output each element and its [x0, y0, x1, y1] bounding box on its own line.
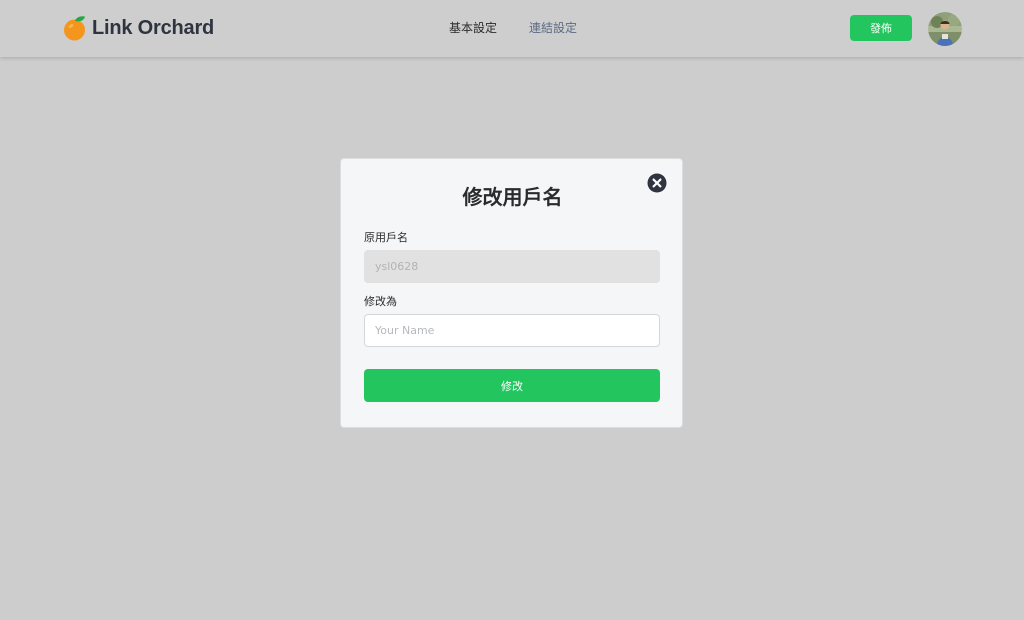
- original-username-field: [364, 250, 660, 283]
- orange-fruit-icon: [64, 16, 85, 41]
- nav-link-settings[interactable]: 連結設定: [529, 20, 577, 36]
- new-username-label: 修改為: [364, 295, 397, 308]
- logo[interactable]: Link Orchard: [63, 15, 214, 41]
- nav-basic-settings[interactable]: 基本設定: [449, 20, 497, 36]
- modal-title: 修改用戶名: [462, 185, 563, 209]
- user-avatar[interactable]: [928, 12, 962, 46]
- logo-text: Link Orchard: [92, 16, 215, 39]
- close-button[interactable]: [647, 173, 667, 193]
- close-circle-icon: [647, 173, 667, 193]
- submit-button[interactable]: 修改: [364, 369, 660, 402]
- new-username-input[interactable]: [364, 314, 660, 347]
- top-navbar: Link Orchard 基本設定 連結設定 發佈: [0, 0, 1024, 57]
- publish-button[interactable]: 發佈: [850, 15, 912, 41]
- change-username-modal: 修改用戶名 原用戶名 修改為 修改: [340, 158, 683, 428]
- original-username-label: 原用戶名: [364, 231, 408, 244]
